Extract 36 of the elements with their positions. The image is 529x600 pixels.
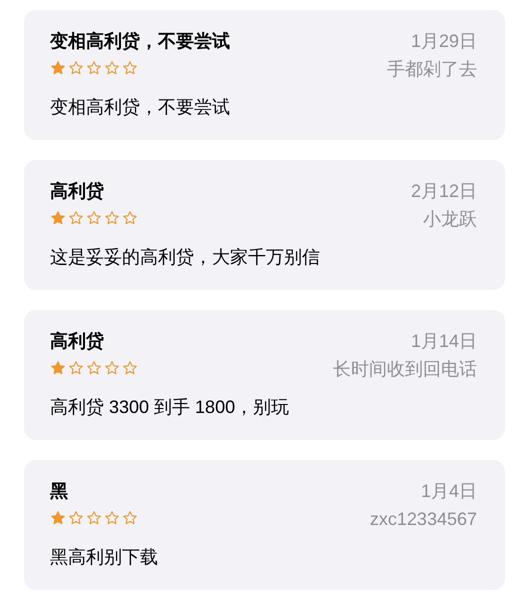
empty-star-icon — [122, 510, 138, 526]
filled-star-icon — [50, 60, 66, 76]
filled-star-icon — [50, 360, 66, 376]
empty-star-icon — [122, 360, 138, 376]
review-author: zxc12334567 — [370, 508, 477, 531]
empty-star-icon — [104, 510, 120, 526]
filled-star-icon — [50, 510, 66, 526]
review-date: 1月14日 — [410, 330, 477, 353]
review-author: 小龙跃 — [423, 208, 477, 231]
review-body: 高利贷 3300 到手 1800，别玩 — [50, 396, 290, 419]
filled-star-icon — [50, 210, 66, 226]
review-title: 变相高利贷，不要尝试 — [50, 30, 230, 53]
empty-star-icon — [104, 60, 120, 76]
empty-star-icon — [68, 60, 84, 76]
empty-star-icon — [86, 360, 102, 376]
empty-star-icon — [104, 360, 120, 376]
review-date: 2月12日 — [410, 180, 477, 203]
review-title: 黑 — [50, 480, 69, 503]
empty-star-icon — [68, 360, 84, 376]
empty-star-icon — [122, 60, 138, 76]
empty-star-icon — [86, 210, 102, 226]
review-date: 1月29日 — [410, 30, 477, 53]
empty-star-icon — [122, 210, 138, 226]
review-title: 高利贷 — [50, 180, 105, 203]
review-date: 1月4日 — [420, 480, 477, 503]
review-author: 长时间收到回电话 — [333, 358, 477, 381]
empty-star-icon — [104, 210, 120, 226]
empty-star-icon — [86, 510, 102, 526]
review-body: 黑高利别下载 — [50, 546, 159, 569]
review-author: 手都剁了去 — [387, 58, 477, 81]
review-title: 高利贷 — [50, 330, 105, 353]
review-body: 这是妥妥的高利贷，大家千万别信 — [50, 246, 321, 269]
review-body: 变相高利贷，不要尝试 — [50, 96, 231, 119]
empty-star-icon — [86, 60, 102, 76]
empty-star-icon — [68, 210, 84, 226]
empty-star-icon — [68, 510, 84, 526]
